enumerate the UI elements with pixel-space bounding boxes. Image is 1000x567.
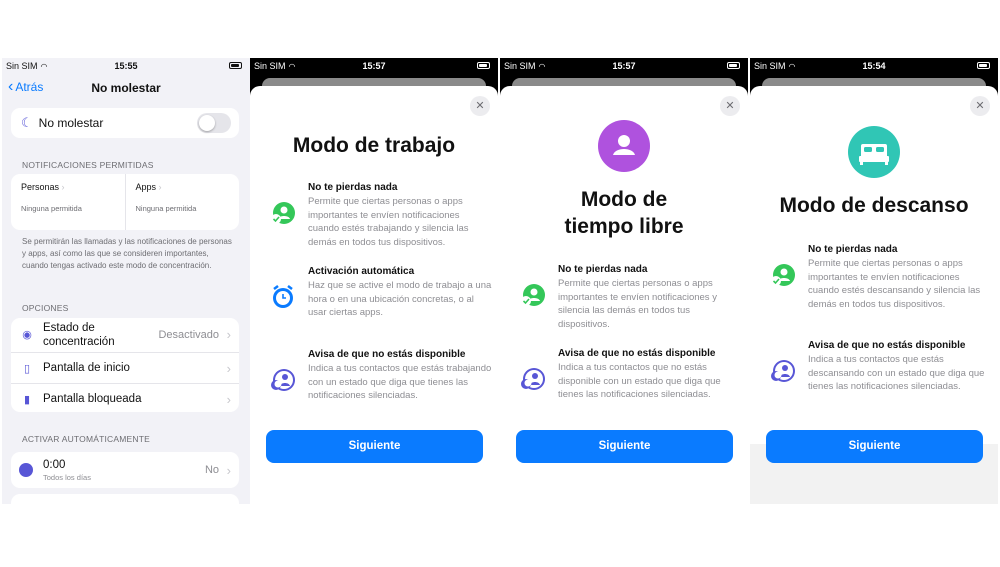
- modal-title: Modo de trabajo: [292, 134, 456, 157]
- person-moon-icon: [270, 367, 296, 393]
- person-moon-icon: [770, 358, 796, 384]
- feature-body: Indica a tus contactos que estás descans…: [808, 354, 985, 392]
- option-lock-screen[interactable]: ▮ Pantalla bloqueada ›: [11, 383, 239, 414]
- chevron-right-icon: ›: [226, 327, 231, 342]
- personal-mode-sheet-screen: Sin SIM ◠ 15:57 ✕ Modo de tiempo libre No…: [500, 58, 748, 504]
- phone-lock-icon: ▮: [23, 393, 31, 406]
- chevron-right-icon: ›: [226, 391, 231, 407]
- dnd-toggle-label: No molestar: [38, 116, 104, 130]
- chevron-right-icon: ›: [226, 462, 231, 478]
- people-cell[interactable]: Personas › Ninguna permitida: [11, 174, 125, 230]
- people-check-icon: [770, 262, 796, 288]
- battery-icon: [727, 62, 740, 69]
- schedule-days: Todos los días: [43, 472, 91, 482]
- person-hero-icon: [598, 120, 650, 172]
- feature-item: Avisa de que no estás disponible Indica …: [770, 340, 992, 394]
- feature-heading: No te pierdas nada: [808, 244, 898, 255]
- chevron-right-icon: ›: [156, 182, 162, 192]
- feature-heading: No te pierdas nada: [558, 264, 648, 275]
- apps-sub: Ninguna permitida: [135, 204, 197, 213]
- battery-icon: [977, 62, 990, 69]
- navigation-bar: ‹ Atrás No molestar: [2, 78, 250, 98]
- feature-heading: Activación automática: [308, 266, 415, 277]
- option-value: Desactivado: [158, 329, 219, 341]
- feature-item: Avisa de que no estás disponible Indica …: [270, 349, 492, 403]
- apps-label: Apps: [135, 182, 157, 192]
- options-card: ◉ Estado de concentración Desactivado › …: [11, 318, 239, 412]
- moon-icon: ☾: [21, 115, 33, 130]
- feature-heading: Avisa de que no estás disponible: [558, 348, 716, 359]
- next-button[interactable]: Siguiente: [516, 430, 733, 463]
- do-not-disturb-settings-screen: Sin SIM ◠ 15:55 ‹ Atrás No molestar ☾ No m…: [2, 58, 250, 504]
- status-bar: Sin SIM ◠ 15:57: [250, 58, 498, 74]
- feature-body: Haz que se active el modo de trabajo a u…: [308, 280, 492, 318]
- sleep-mode-sheet-screen: Sin SIM ◠ 15:54 ✕ Modo de descanso No te …: [750, 58, 998, 504]
- allowed-note: Se permitirán las llamadas y las notific…: [22, 237, 232, 270]
- battery-icon: [229, 62, 242, 69]
- feature-item: No te pierdas nada Permite que ciertas p…: [770, 244, 992, 311]
- modal-sheet: ✕ Modo de descanso No te pierdas nada Pe…: [750, 86, 998, 504]
- feature-heading: Avisa de que no estás disponible: [808, 340, 966, 351]
- close-button[interactable]: ✕: [470, 96, 490, 116]
- status-time: 15:57: [612, 61, 636, 71]
- modal-sheet: ✕ Modo de trabajo No te pierdas nada Per…: [250, 86, 498, 504]
- feature-item: No te pierdas nada Permite que ciertas p…: [520, 264, 742, 331]
- option-focus-status[interactable]: ◉ Estado de concentración Desactivado ›: [11, 318, 239, 352]
- alarm-clock-icon: [270, 284, 296, 310]
- feature-item: No te pierdas nada Permite que ciertas p…: [270, 182, 492, 249]
- feature-heading: Avisa de que no estás disponible: [308, 349, 466, 360]
- modal-title: Modo de descanso: [779, 194, 969, 217]
- feature-body: Indica a tus contactos que estás trabaja…: [308, 363, 492, 401]
- status-bar: Sin SIM ◠ 15:55: [2, 58, 250, 74]
- status-bar: Sin SIM ◠ 15:57: [500, 58, 748, 74]
- page-title: No molestar: [91, 81, 161, 95]
- schedule-time: 0:00: [43, 458, 66, 471]
- person-focus-icon: ◉: [22, 329, 32, 341]
- next-button[interactable]: Siguiente: [766, 430, 983, 463]
- chevron-right-icon: ›: [226, 360, 231, 376]
- feature-body: Permite que ciertas personas o apps impo…: [558, 278, 717, 330]
- person-moon-icon: [520, 366, 546, 392]
- modal-title-line2: tiempo libre: [564, 215, 684, 238]
- status-time: 15:55: [114, 61, 138, 71]
- next-button[interactable]: Siguiente: [266, 430, 483, 463]
- option-home-screen[interactable]: ▯ Pantalla de inicio ›: [11, 352, 239, 383]
- apps-cell[interactable]: Apps › Ninguna permitida: [124, 174, 240, 230]
- people-check-icon: [270, 200, 296, 226]
- feature-body: Indica a tus contactos que no estás disp…: [558, 362, 721, 400]
- dnd-toggle-switch[interactable]: [197, 113, 231, 133]
- modal-sheet: ✕ Modo de tiempo libre No te pierdas nad…: [500, 86, 748, 504]
- work-mode-sheet-screen: Sin SIM ◠ 15:57 ✕ Modo de trabajo No te p…: [250, 58, 498, 504]
- status-bar: Sin SIM ◠ 15:54: [750, 58, 998, 74]
- status-time: 15:54: [862, 61, 886, 71]
- feature-body: Permite que ciertas personas o apps impo…: [308, 196, 469, 248]
- modal-title-line1: Modo de: [580, 188, 668, 211]
- next-row-partial: [11, 494, 239, 504]
- feature-item: Activación automática Haz que se active …: [270, 266, 492, 320]
- schedule-value: No: [204, 464, 219, 476]
- close-button[interactable]: ✕: [970, 96, 990, 116]
- dnd-toggle-row: ☾ No molestar: [11, 108, 239, 138]
- people-sub: Ninguna permitida: [21, 204, 82, 213]
- auto-activate-header: ACTIVAR AUTOMÁTICAMENTE: [22, 434, 151, 444]
- allowed-notifications-card: Personas › Ninguna permitida Apps › Ning…: [11, 174, 239, 230]
- people-check-icon: [520, 282, 546, 308]
- options-header: OPCIONES: [22, 303, 69, 313]
- feature-body: Permite que ciertas personas o apps impo…: [808, 258, 981, 310]
- feature-item: Avisa de que no estás disponible Indica …: [520, 348, 742, 402]
- close-button[interactable]: ✕: [720, 96, 740, 116]
- allowed-notifications-header: NOTIFICACIONES PERMITIDAS: [22, 160, 154, 170]
- bed-hero-icon: [848, 126, 900, 178]
- status-time: 15:57: [362, 61, 386, 71]
- chevron-right-icon: ›: [59, 182, 65, 192]
- battery-icon: [477, 62, 490, 69]
- phone-icon: ▯: [23, 362, 31, 375]
- clock-icon: [19, 463, 33, 477]
- people-label: Personas: [21, 182, 60, 192]
- feature-heading: No te pierdas nada: [308, 182, 398, 193]
- schedule-row[interactable]: 0:00 Todos los días No ›: [11, 452, 239, 488]
